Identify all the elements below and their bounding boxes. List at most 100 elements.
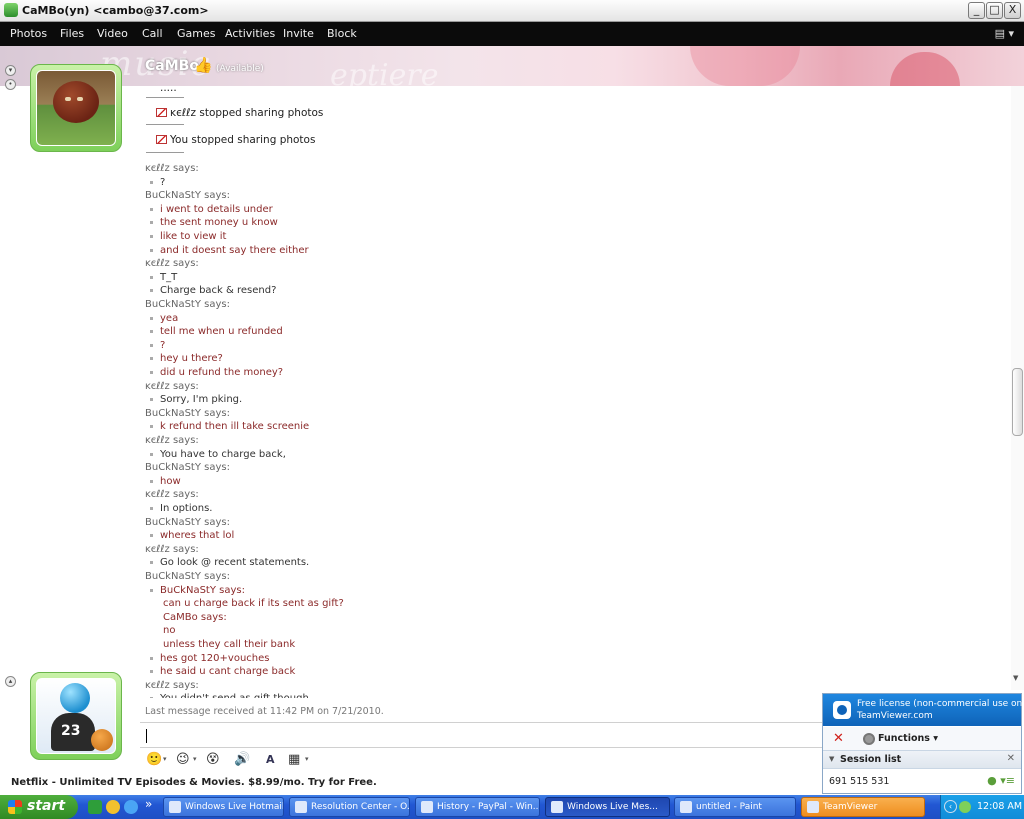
message-bullet [150,507,153,510]
message-bullet [150,330,153,334]
sender-label: ĸєℓℓz says: [145,380,199,392]
session-list-header[interactable]: ▼ Session list ✕ [823,751,1021,769]
nudge-icon[interactable]: 😵 [206,752,220,767]
chat-message: tell me when u refunded [150,325,283,338]
chat-message: did u refund the money? [150,366,283,379]
minimize-button[interactable]: _ [968,2,985,19]
teamviewer-icon [807,801,819,813]
quicklaunch-icon-2[interactable] [106,800,120,814]
start-label: start [27,798,66,814]
separator [146,124,184,125]
menu-call[interactable]: Call [142,27,163,40]
tray-expand-icon[interactable]: ‹ [944,800,957,813]
chat-message: wheres that lol [150,529,234,542]
menu-invite[interactable]: Invite [283,27,314,40]
close-session-icon[interactable]: ✕ [833,731,844,746]
window-title: CaMBo(yn) <cambo@37.com> [22,4,209,17]
contact-card-icon[interactable]: • [5,79,16,90]
message-input[interactable] [140,722,823,748]
teamviewer-panel: Free license (non-commercial use only) T… [822,693,1024,794]
expand-icon[interactable]: ▴ [5,676,16,687]
message-bullet [150,357,153,361]
chat-message: T_T [150,271,177,284]
separator-dots: ..... [160,86,177,94]
banner-artwork [690,46,800,86]
task-hotmail[interactable]: Windows Live Hotmail... [163,797,284,817]
message-bullet [150,561,153,565]
message-bullet [150,697,153,698]
voice-clip-icon[interactable]: 🔊 [234,752,250,767]
network-icon[interactable] [959,801,971,813]
smiley-dropdown-icon[interactable]: ▾ [163,755,167,763]
task-resolution-center[interactable]: Resolution Center - O... [289,797,410,817]
messenger-app-icon [4,3,18,17]
chat-message: hey u there? [150,352,223,365]
conversation-scrollbar[interactable]: ▼ [1011,86,1024,690]
menu-files[interactable]: Files [60,27,84,40]
background-icon[interactable]: ▦ [288,752,300,767]
menu-photos[interactable]: Photos [10,27,47,40]
advertisement-text[interactable]: Netflix - Unlimited TV Episodes & Movies… [11,777,377,788]
smiley-icon[interactable]: 🙂 [146,752,162,767]
quicklaunch-overflow-icon[interactable]: » [145,797,155,811]
contact-avatar[interactable] [30,64,122,152]
advertisement-bar[interactable]: Netflix - Unlimited TV Episodes & Movies… [0,773,823,793]
font-icon[interactable]: A [266,753,275,766]
close-button[interactable]: X [1004,2,1021,19]
task-windows-live-messenger[interactable]: Windows Live Mes... [545,797,670,817]
windows-logo-icon [8,800,22,814]
teamviewer-logo-icon [833,701,851,719]
sender-label: ĸєℓℓz says: [145,489,199,501]
chat-message: no [163,625,176,637]
task-teamviewer[interactable]: TeamViewer [801,797,925,817]
menu-video[interactable]: Video [97,27,128,40]
close-icon[interactable]: ✕ [1007,753,1015,764]
message-bullet [150,248,153,252]
chat-message: You didn't send as gift though. [150,692,312,698]
chat-message: ? [150,339,165,352]
start-button[interactable]: start [0,795,78,819]
clock[interactable]: 12:08 AM [977,801,1022,812]
message-bullet [150,207,153,211]
message-bullet [150,289,153,293]
license-link[interactable]: TeamViewer.com [857,711,933,721]
collapse-icon[interactable]: ▾ [5,65,16,76]
wink-dropdown-icon[interactable]: ▾ [193,755,197,763]
self-avatar[interactable]: 23 [30,672,122,760]
chat-message: BuCkNaStY says: [150,584,245,597]
chat-message: how [150,475,181,488]
background-dropdown-icon[interactable]: ▾ [305,755,309,763]
contact-status: (Available) [216,64,264,74]
banner-artwork-2 [890,52,960,86]
options-menu-icon[interactable]: ▤ ▾ [995,27,1014,40]
maximize-button[interactable]: □ [986,2,1003,19]
menu-block[interactable]: Block [327,27,357,40]
chat-message: Go look @ recent statements. [150,556,309,569]
scroll-down-arrow[interactable]: ▼ [1013,674,1018,682]
scrollbar-thumb[interactable] [1012,368,1023,436]
text-caret [146,729,147,743]
session-controls-icon[interactable]: ● ▾≡ [987,774,1015,787]
gear-icon[interactable] [863,733,875,745]
collapse-triangle-icon[interactable]: ▼ [829,755,834,763]
contact-name: CaMBo [145,58,199,74]
quicklaunch-icon-1[interactable] [88,800,102,814]
task-paint[interactable]: untitled - Paint [674,797,796,817]
functions-menu[interactable]: Functions ▾ [878,733,938,744]
chat-message: Sorry, I'm pking. [150,393,242,406]
sender-label: ĸєℓℓz says: [145,163,199,174]
task-paypal-history[interactable]: History - PayPal - Win... [415,797,540,817]
menu-activities[interactable]: Activities [225,27,275,40]
message-bullet [150,180,153,184]
teamviewer-license-banner[interactable]: Free license (non-commercial use only) T… [823,694,1024,726]
message-bullet [150,371,153,374]
wink-icon[interactable]: 😉 [176,752,190,767]
sender-label: BuCkNaStY says: [145,462,230,474]
menu-games[interactable]: Games [177,27,215,40]
notice-item: ĸєℓℓz stopped sharing photos [156,107,323,119]
chat-message: hes got 120+vouches [150,652,269,665]
internet-explorer-icon[interactable] [124,800,138,814]
chat-message: he said u cant charge back [150,665,295,678]
message-bullet [150,398,153,402]
messenger-icon [551,801,563,813]
